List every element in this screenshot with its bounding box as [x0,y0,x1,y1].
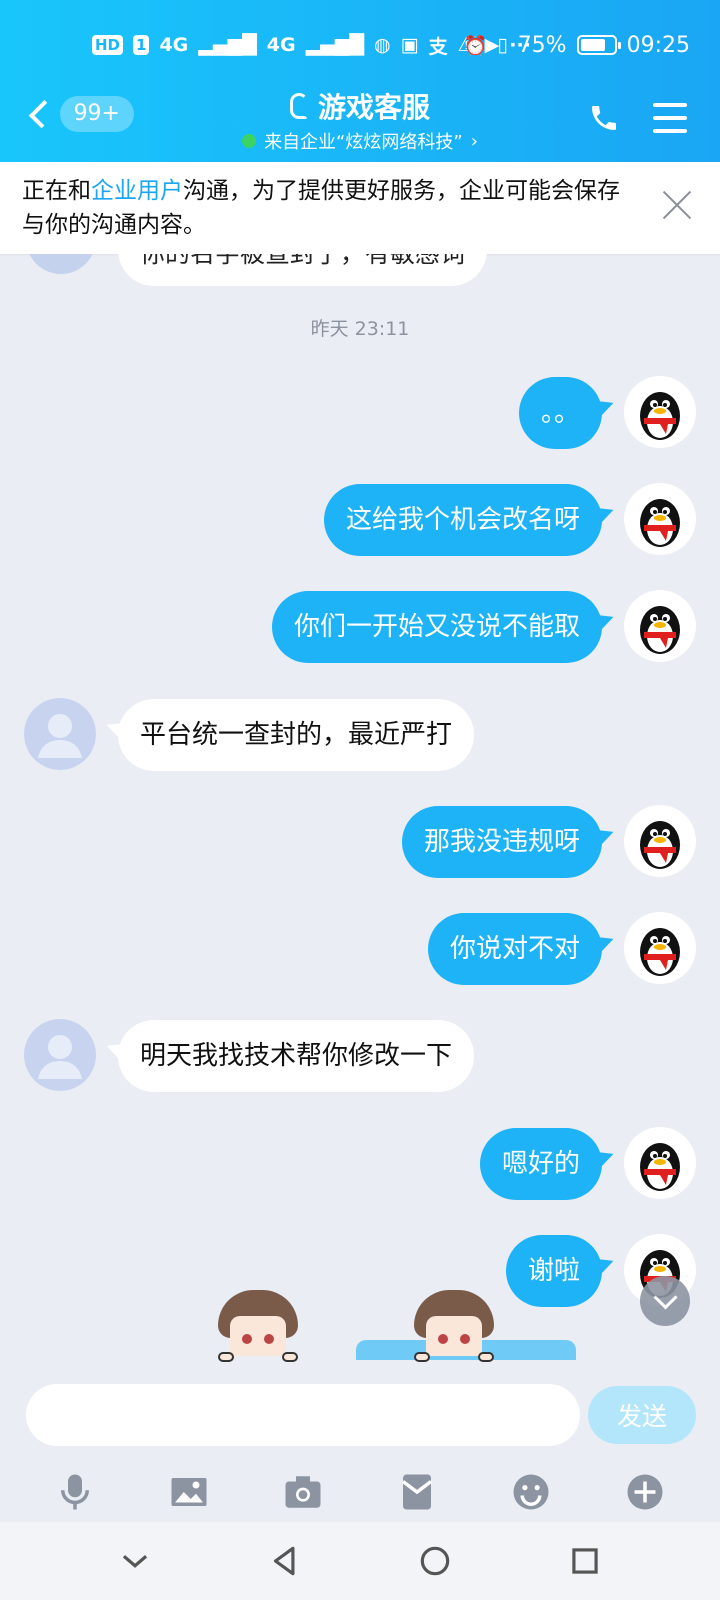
avatar[interactable] [624,1127,696,1199]
emoji-button[interactable] [509,1470,553,1514]
alipay-icon: 支 [428,35,448,58]
message-row: 这给我个机会改名呀 [0,483,720,557]
hd-indicator: HD [92,35,124,55]
status-right: ⏰ ▯ 75% 09:25 [464,28,690,62]
penguin-avatar-icon [640,606,680,654]
message-row: 。。 [0,376,720,450]
sticker-peek-1[interactable] [216,1290,300,1362]
message-bubble-partial[interactable]: 你的名字被查封了，有敏感词 [118,254,488,286]
chat-area[interactable]: 你的名字被查封了，有敏感词 昨天 23:11 。。这给我个机会改名呀你们一开始又… [0,254,720,1384]
camera-button[interactable] [281,1470,325,1514]
signal-4g-label-2: 4G [266,34,296,56]
plus-icon [627,1474,663,1510]
avatar[interactable] [624,590,696,662]
message-bubble[interactable]: 谢啦 [505,1235,602,1307]
signal-icon: ▂▄▆█ [305,34,365,56]
battery-icon [576,35,621,55]
microphone-icon [61,1474,89,1510]
message-bubble[interactable]: 你们一开始又没说不能取 [271,591,602,663]
message-input[interactable] [26,1384,580,1446]
penguin-avatar-icon [640,499,680,547]
avatar[interactable] [26,254,96,274]
message-bubble[interactable]: 嗯好的 [479,1128,602,1200]
message-row: 谢啦 [0,1234,720,1308]
menu-icon [653,103,687,107]
avatar[interactable] [624,376,696,448]
send-button[interactable]: 发送 [588,1386,696,1444]
vibrate-icon: ▯ [497,34,508,56]
avatar[interactable] [24,698,96,770]
online-status-dot [242,134,257,148]
avatar[interactable] [24,1019,96,1091]
sim-indicator: 1 [133,35,150,55]
message-row: 平台统一查封的，最近严打 [0,698,720,772]
image-icon [171,1478,207,1506]
avatar[interactable] [624,912,696,984]
camera-icon [285,1476,321,1508]
page-title-row: 游戏客服 [289,86,430,126]
nav-back-button[interactable] [263,1539,307,1583]
battery-fill [580,39,605,51]
back-triangle-icon [273,1546,295,1576]
system-navigation-bar [0,1522,720,1600]
wechat-icon: ◍ [374,34,391,56]
penguin-avatar-icon [640,928,680,976]
message-row: 你说对不对 [0,912,720,986]
default-avatar-icon [38,714,82,758]
chevron-down-icon [122,1555,148,1568]
privacy-notice: 正在和企业用户沟通，为了提供更好服务，企业可能会保存与你的沟通内容。 [0,162,720,254]
avatar[interactable] [624,805,696,877]
emoji-icon [513,1474,549,1510]
message-bubble[interactable]: 那我没违规呀 [401,806,602,878]
message-timestamp: 昨天 23:11 [310,318,410,340]
penguin-avatar-icon [640,1143,680,1191]
signal-icon: ▂▄▆█ [198,34,257,56]
menu-button[interactable] [648,96,692,140]
nav-recents-button[interactable] [563,1539,607,1583]
message-row: 明天我找技术帮你修改一下 [0,1019,720,1093]
signal-4g-label-1: 4G [159,34,189,56]
message-row: 你们一开始又没说不能取 [0,590,720,664]
voice-button[interactable] [53,1470,97,1514]
message-bubble[interactable]: 平台统一查封的，最近严打 [118,699,475,771]
recents-square-icon [572,1548,598,1574]
penguin-avatar-icon [640,392,680,440]
call-button[interactable] [582,96,626,140]
enterprise-user-link[interactable]: 企业用户 [91,178,183,204]
message-row: 那我没违规呀 [0,805,720,879]
scroll-to-bottom-button[interactable] [640,1276,690,1326]
page-title: 游戏客服 [317,91,430,124]
input-toolbar [0,1456,720,1528]
status-bar: HD 1 4G ▂▄▆█ 4G ▂▄▆█ ◍ ▣ 支 ⚠ ▶ ··· ⏰ ▯ 7… [0,28,720,62]
home-circle-icon [420,1546,450,1576]
chat-header: HD 1 4G ▂▄▆█ 4G ▂▄▆█ ◍ ▣ 支 ⚠ ▶ ··· ⏰ ▯ 7… [0,0,720,162]
battery-percent: 75% [517,32,567,58]
message-row: 嗯好的 [0,1127,720,1201]
book-app-icon: ▣ [400,34,419,56]
enterprise-name: 来自企业“炫炫网络科技” [264,132,463,153]
red-packet-button[interactable] [395,1470,439,1514]
chevron-right-icon: › [470,130,478,152]
alarm-icon: ⏰ [463,34,488,57]
message-bubble[interactable]: 你说对不对 [427,913,602,985]
hide-keyboard-button[interactable] [113,1539,157,1583]
sticker-peek-2[interactable] [412,1290,496,1362]
enterprise-link[interactable]: 来自企业“炫炫网络科技” › [242,128,478,154]
phone-icon [592,106,616,130]
clock: 09:25 [626,32,690,58]
photo-button[interactable] [167,1470,211,1514]
message-bubble[interactable]: 。。 [518,377,602,449]
notice-text-before: 正在和 [22,178,91,204]
more-button[interactable] [623,1470,667,1514]
message-bubble[interactable]: 明天我找技术帮你修改一下 [118,1020,475,1092]
default-avatar-icon [38,1035,82,1079]
close-icon[interactable] [662,190,692,220]
nav-home-button[interactable] [413,1539,457,1583]
message-bubble[interactable]: 这给我个机会改名呀 [323,484,602,556]
red-packet-icon [401,1474,433,1510]
avatar[interactable] [624,483,696,555]
penguin-avatar-icon [640,821,680,869]
ear-icon[interactable] [289,93,308,119]
